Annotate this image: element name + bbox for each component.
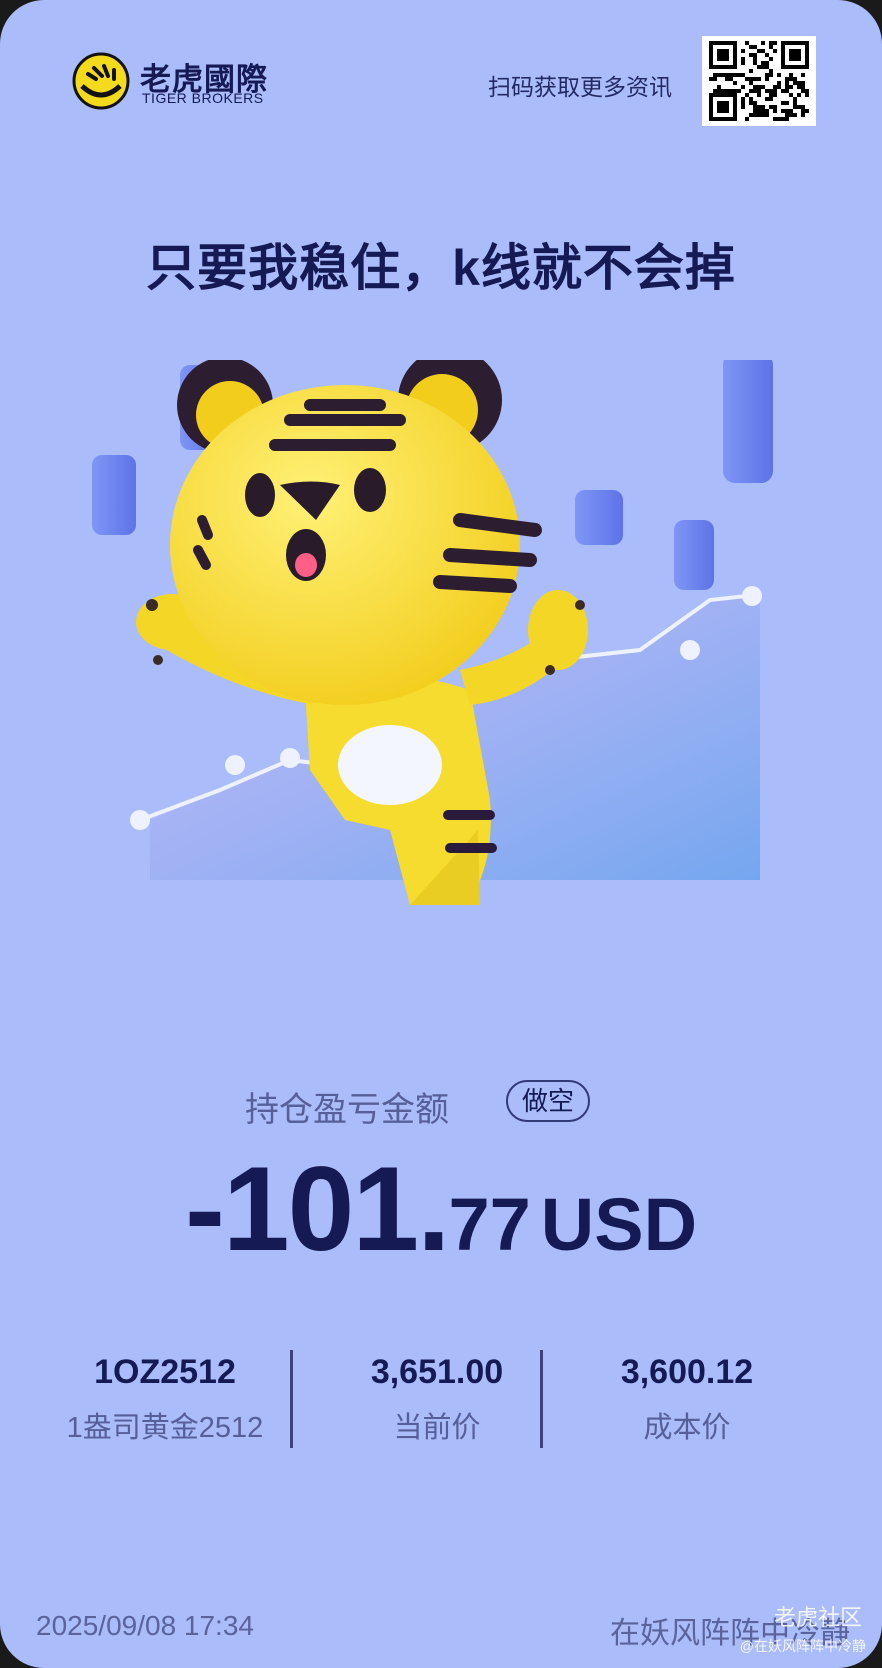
- timestamp: 2025/09/08 17:34: [36, 1610, 254, 1641]
- brand-name-en: TIGER BROKERS: [142, 90, 264, 106]
- stat-contract: 1OZ2512 1盎司黄金2512: [40, 1350, 290, 1446]
- current-price-label: 当前价: [393, 1412, 481, 1444]
- watermark-user: @在妖风阵阵中冷静: [739, 1638, 866, 1654]
- amount-decimal: 77: [448, 1183, 531, 1266]
- position-stats: 1OZ2512 1盎司黄金2512 3,651.00 当前价 3,600.12 …: [40, 1350, 840, 1450]
- current-price-value: 3,651.00: [370, 1353, 504, 1391]
- amount-integer: -101.: [184, 1142, 451, 1276]
- scan-prompt: 扫码获取更多资讯: [488, 74, 672, 100]
- contract-code: 1OZ2512: [94, 1353, 236, 1391]
- divider: [290, 1350, 293, 1448]
- share-card: 老虎國際 TIGER BROKERS 扫码获取更多资讯 只要我稳住，k线就不会掉: [0, 0, 882, 1668]
- pnl-label: 持仓盈亏金额: [245, 1091, 449, 1129]
- divider: [540, 1350, 543, 1448]
- short-badge: 做空: [506, 1080, 590, 1122]
- tiger-mascot: [92, 360, 773, 905]
- contract-name: 1盎司黄金2512: [66, 1412, 264, 1444]
- cost-price-value: 3,600.12: [620, 1353, 754, 1391]
- stat-cost-price: 3,600.12 成本价: [562, 1350, 812, 1446]
- tiger-logo-icon: [72, 52, 130, 110]
- headline: 只要我稳住，k线就不会掉: [146, 240, 736, 296]
- amount-currency: USD: [540, 1183, 698, 1266]
- cost-price-label: 成本价: [643, 1412, 731, 1444]
- stat-current-price: 3,651.00 当前价: [312, 1350, 562, 1446]
- watermark-community: 老虎社区: [773, 1605, 862, 1630]
- qr-code[interactable]: [702, 36, 816, 126]
- pnl-amount: -101.77 USD: [0, 1140, 882, 1278]
